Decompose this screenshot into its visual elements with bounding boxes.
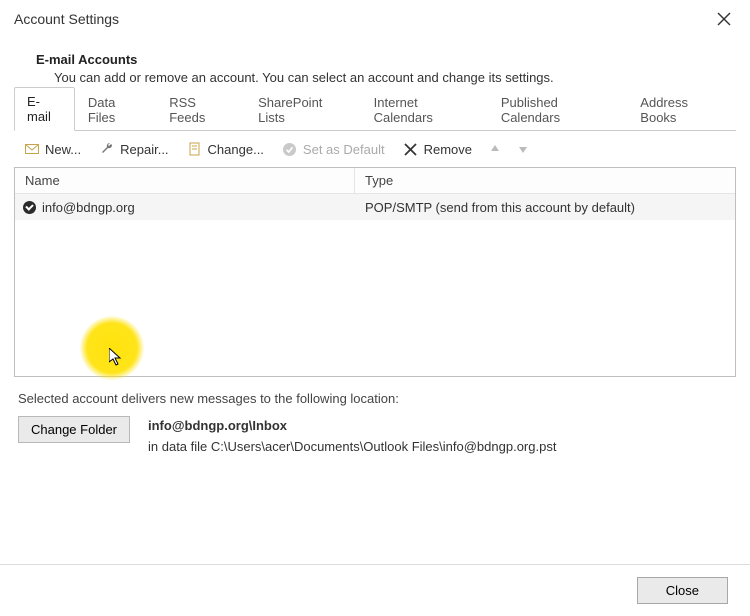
header-title: E-mail Accounts bbox=[36, 52, 714, 67]
column-header-name[interactable]: Name bbox=[15, 168, 355, 193]
change-folder-button[interactable]: Change Folder bbox=[18, 416, 130, 443]
table-row[interactable]: info@bdngp.org POP/SMTP (send from this … bbox=[15, 194, 735, 220]
close-icon[interactable] bbox=[708, 4, 740, 34]
delivery-folder-row: Change Folder info@bdngp.org\Inbox in da… bbox=[18, 416, 736, 458]
delivery-path: info@bdngp.org\Inbox in data file C:\Use… bbox=[148, 416, 556, 458]
account-settings-window: Account Settings E-mail Accounts You can… bbox=[0, 0, 750, 616]
delivery-data-file: in data file C:\Users\acer\Documents\Out… bbox=[148, 439, 556, 454]
set-default-button: Set as Default bbox=[278, 139, 389, 159]
close-button[interactable]: Close bbox=[637, 577, 728, 604]
delivery-intro: Selected account delivers new messages t… bbox=[18, 391, 732, 406]
move-up-icon bbox=[486, 141, 504, 157]
check-circle-icon bbox=[282, 141, 298, 157]
tab-data-files[interactable]: Data Files bbox=[75, 88, 156, 131]
set-default-label: Set as Default bbox=[303, 142, 385, 157]
delivery-folder-path: info@bdngp.org\Inbox bbox=[148, 418, 287, 433]
envelope-icon bbox=[24, 141, 40, 157]
change-button[interactable]: Change... bbox=[183, 139, 268, 159]
tab-internet-calendars[interactable]: Internet Calendars bbox=[361, 88, 488, 131]
list-header: Name Type bbox=[15, 168, 735, 194]
tab-sharepoint-lists[interactable]: SharePoint Lists bbox=[245, 88, 361, 131]
repair-button[interactable]: Repair... bbox=[95, 139, 172, 159]
content-area: E-mail Data Files RSS Feeds SharePoint L… bbox=[0, 103, 750, 458]
tab-rss-feeds[interactable]: RSS Feeds bbox=[156, 88, 245, 131]
tab-email[interactable]: E-mail bbox=[14, 87, 75, 131]
column-header-type[interactable]: Type bbox=[355, 173, 735, 188]
remove-label: Remove bbox=[424, 142, 472, 157]
footer: Close bbox=[0, 564, 750, 616]
remove-button[interactable]: Remove bbox=[399, 139, 476, 159]
header-description: You can add or remove an account. You ca… bbox=[54, 70, 714, 85]
accounts-list: Name Type info@bdngp.org POP/SMTP (send … bbox=[14, 167, 736, 377]
tab-address-books[interactable]: Address Books bbox=[627, 88, 736, 131]
repair-label: Repair... bbox=[120, 142, 168, 157]
default-check-icon bbox=[23, 201, 36, 214]
account-type-cell: POP/SMTP (send from this account by defa… bbox=[355, 200, 735, 215]
account-name: info@bdngp.org bbox=[42, 200, 135, 215]
tab-published-calendars[interactable]: Published Calendars bbox=[488, 88, 627, 131]
toolbar: New... Repair... Change... Set as Defaul… bbox=[14, 131, 736, 167]
move-down-icon bbox=[514, 141, 532, 157]
change-label: Change... bbox=[208, 142, 264, 157]
new-label: New... bbox=[45, 142, 81, 157]
window-title: Account Settings bbox=[14, 11, 119, 27]
wrench-icon bbox=[99, 141, 115, 157]
document-icon bbox=[187, 141, 203, 157]
tabstrip: E-mail Data Files RSS Feeds SharePoint L… bbox=[14, 103, 736, 131]
titlebar: Account Settings bbox=[0, 0, 750, 38]
remove-x-icon bbox=[403, 141, 419, 157]
account-name-cell: info@bdngp.org bbox=[15, 200, 355, 215]
new-button[interactable]: New... bbox=[20, 139, 85, 159]
